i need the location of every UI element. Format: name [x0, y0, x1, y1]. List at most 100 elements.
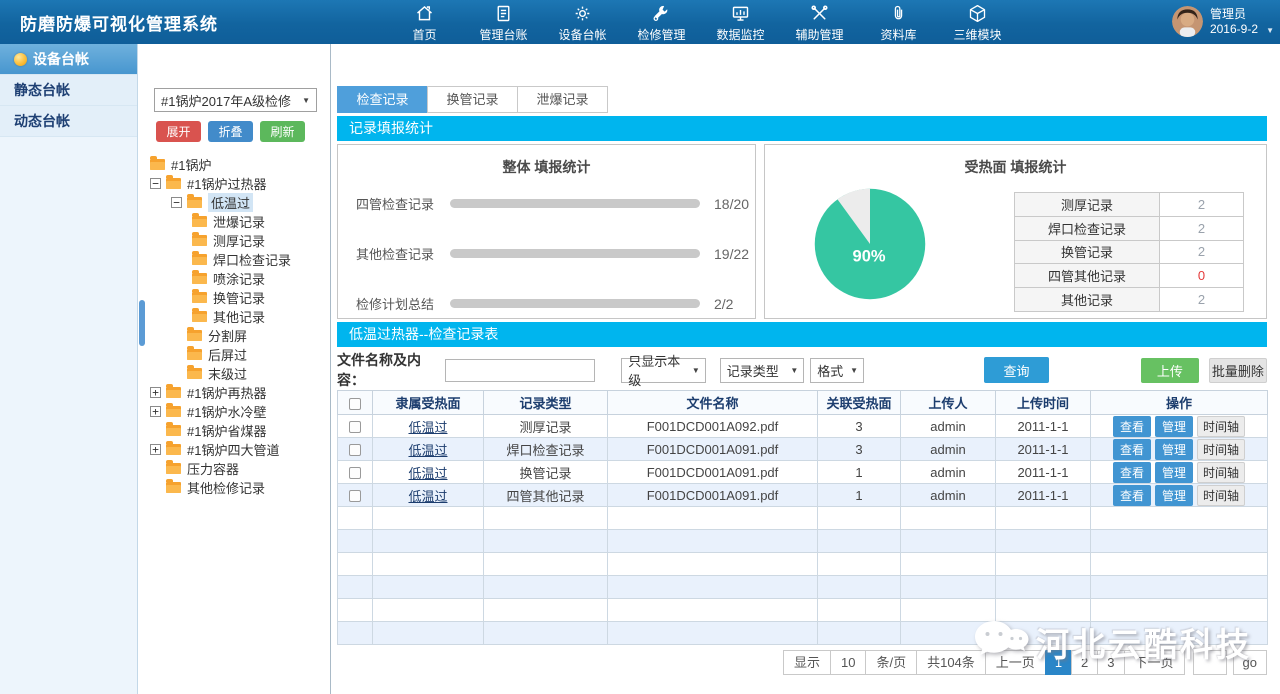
collapse-toggle-icon[interactable]: −	[150, 178, 161, 189]
row-checkbox[interactable]	[349, 444, 361, 456]
nav-item-equipment[interactable]: 设备台帐	[543, 1, 622, 43]
manage-button[interactable]: 管理	[1155, 462, 1193, 483]
nav-item-aux-manage[interactable]: 辅助管理	[780, 1, 859, 43]
tree-node[interactable]: 焊口检查记录	[138, 250, 330, 269]
tab-tube-replacement-records[interactable]: 换管记录	[427, 86, 518, 113]
sidebar-item-dynamic-ledger[interactable]: 动态台帐	[0, 106, 137, 137]
nav-item-data-monitor[interactable]: 数据监控	[701, 1, 780, 43]
collapse-toggle-icon[interactable]: −	[171, 197, 182, 208]
refresh-button[interactable]: 刷新	[260, 121, 305, 142]
tab-explosion-records[interactable]: 泄爆记录	[517, 86, 608, 113]
user-menu[interactable]: 管理员 2016-9-2	[1172, 6, 1258, 37]
tab-inspection-records[interactable]: 检查记录	[337, 86, 428, 113]
tree-node[interactable]: 末级过	[138, 364, 330, 383]
tree-node[interactable]: 泄爆记录	[138, 212, 330, 231]
view-button[interactable]: 查看	[1113, 439, 1151, 460]
expand-toggle-icon[interactable]: +	[150, 406, 161, 417]
tree-scrollbar-thumb[interactable]	[139, 300, 145, 346]
manage-button[interactable]: 管理	[1155, 439, 1193, 460]
timeline-button[interactable]: 时间轴	[1197, 462, 1245, 483]
sidebar: 设备台帐 静态台帐 动态台帐	[0, 44, 138, 694]
tree-node[interactable]: 分割屏	[138, 326, 330, 345]
surface-stats-table: 测厚记录2 焊口检查记录2 换管记录2 四管其他记录0 其他记录2	[1014, 192, 1244, 312]
progress-bar	[450, 249, 700, 258]
tree-node[interactable]: 换管记录	[138, 288, 330, 307]
nav-item-maintenance[interactable]: 检修管理	[622, 1, 701, 43]
tree-node[interactable]: 压力容器	[138, 459, 330, 478]
equipment-tree: #1锅炉 −#1锅炉过热器 −低温过 泄爆记录 测厚记录 焊口检查记录 喷涂记录…	[138, 155, 330, 497]
next-page-button[interactable]: 下一页	[1124, 650, 1185, 675]
batch-delete-button[interactable]: 批量删除	[1209, 358, 1267, 383]
manage-button[interactable]: 管理	[1155, 485, 1193, 506]
manage-button[interactable]: 管理	[1155, 416, 1193, 437]
prev-page-button[interactable]: 上一页	[985, 650, 1046, 675]
go-button[interactable]: go	[1233, 650, 1267, 675]
tree-node[interactable]: 测厚记录	[138, 231, 330, 250]
expand-toggle-icon[interactable]: +	[150, 387, 161, 398]
view-button[interactable]: 查看	[1113, 462, 1151, 483]
view-button[interactable]: 查看	[1113, 485, 1151, 506]
format-select[interactable]: 格式▼	[810, 358, 864, 383]
user-date: 2016-9-2	[1210, 22, 1258, 37]
record-type-select[interactable]: 记录类型▼	[720, 358, 805, 383]
surface-link[interactable]: 低温过	[408, 420, 447, 435]
surface-link[interactable]: 低温过	[408, 443, 447, 458]
user-dropdown-caret[interactable]: ▼	[1266, 26, 1274, 35]
tree-node[interactable]: +#1锅炉水冷壁	[138, 402, 330, 421]
expand-button[interactable]: 展开	[156, 121, 201, 142]
surface-link[interactable]: 低温过	[408, 466, 447, 481]
tree-node[interactable]: #1锅炉	[138, 155, 330, 174]
tree-node[interactable]: 其他记录	[138, 307, 330, 326]
nav-item-home[interactable]: 首页	[385, 1, 464, 43]
page-button-2[interactable]: 2	[1071, 650, 1098, 675]
search-button[interactable]: 查询	[984, 357, 1049, 383]
page-button-3[interactable]: 3	[1097, 650, 1124, 675]
chevron-down-icon: ▼	[850, 366, 858, 375]
level-select[interactable]: 只显示本级▼	[621, 358, 706, 383]
sidebar-item-static-ledger[interactable]: 静态台帐	[0, 75, 137, 106]
empty-row	[338, 507, 1268, 530]
goto-page-input[interactable]	[1193, 650, 1227, 675]
tree-node[interactable]: +#1锅炉再热器	[138, 383, 330, 402]
tree-node[interactable]: #1锅炉省煤器	[138, 421, 330, 440]
empty-row	[338, 553, 1268, 576]
keyword-input[interactable]	[445, 359, 595, 382]
overall-stats-panel: 整体 填报统计 四管检查记录 18/20 其他检查记录 19/22 检修计划总结…	[337, 144, 756, 319]
avatar	[1172, 6, 1203, 37]
completion-pie-chart: 90%	[807, 181, 933, 312]
tree-node[interactable]: 喷涂记录	[138, 269, 330, 288]
table-row: 低温过 测厚记录 F001DCD001A092.pdf 3 admin 2011…	[338, 415, 1268, 438]
nav-item-3d-module[interactable]: 三维模块	[938, 1, 1017, 43]
page-button-1[interactable]: 1	[1045, 650, 1072, 675]
chevron-down-icon: ▼	[302, 96, 310, 105]
surface-link[interactable]: 低温过	[408, 489, 447, 504]
folder-icon	[166, 406, 181, 417]
overhaul-plan-select[interactable]: #1锅炉2017年A级检修 ▼	[154, 88, 317, 112]
tree-node[interactable]: 后屏过	[138, 345, 330, 364]
expand-toggle-icon[interactable]: +	[150, 444, 161, 455]
collapse-button[interactable]: 折叠	[208, 121, 253, 142]
timeline-button[interactable]: 时间轴	[1197, 485, 1245, 506]
nav-item-library[interactable]: 资料库	[859, 1, 938, 43]
timeline-button[interactable]: 时间轴	[1197, 439, 1245, 460]
tree-node[interactable]: 其他检修记录	[138, 478, 330, 497]
row-checkbox[interactable]	[349, 467, 361, 479]
row-checkbox[interactable]	[349, 421, 361, 433]
folder-icon	[192, 292, 207, 303]
page-size-value[interactable]: 10	[830, 650, 866, 675]
wrench-icon	[651, 3, 672, 24]
tree-node[interactable]: −#1锅炉过热器	[138, 174, 330, 193]
empty-row	[338, 599, 1268, 622]
tree-node[interactable]: +#1锅炉四大管道	[138, 440, 330, 459]
sidebar-item-equipment-ledger[interactable]: 设备台帐	[0, 44, 137, 75]
upload-button[interactable]: 上传	[1141, 358, 1199, 383]
view-button[interactable]: 查看	[1113, 416, 1151, 437]
table-row: 低温过 换管记录 F001DCD001A091.pdf 1 admin 2011…	[338, 461, 1268, 484]
records-table: 隶属受热面 记录类型 文件名称 关联受热面 上传人 上传时间 操作 低温过 测厚…	[337, 390, 1268, 645]
timeline-button[interactable]: 时间轴	[1197, 416, 1245, 437]
row-checkbox[interactable]	[349, 490, 361, 502]
tree-node[interactable]: −低温过	[138, 193, 330, 212]
folder-icon	[166, 425, 181, 436]
select-all-checkbox[interactable]	[349, 398, 361, 410]
nav-item-ledger[interactable]: 管理台账	[464, 1, 543, 43]
